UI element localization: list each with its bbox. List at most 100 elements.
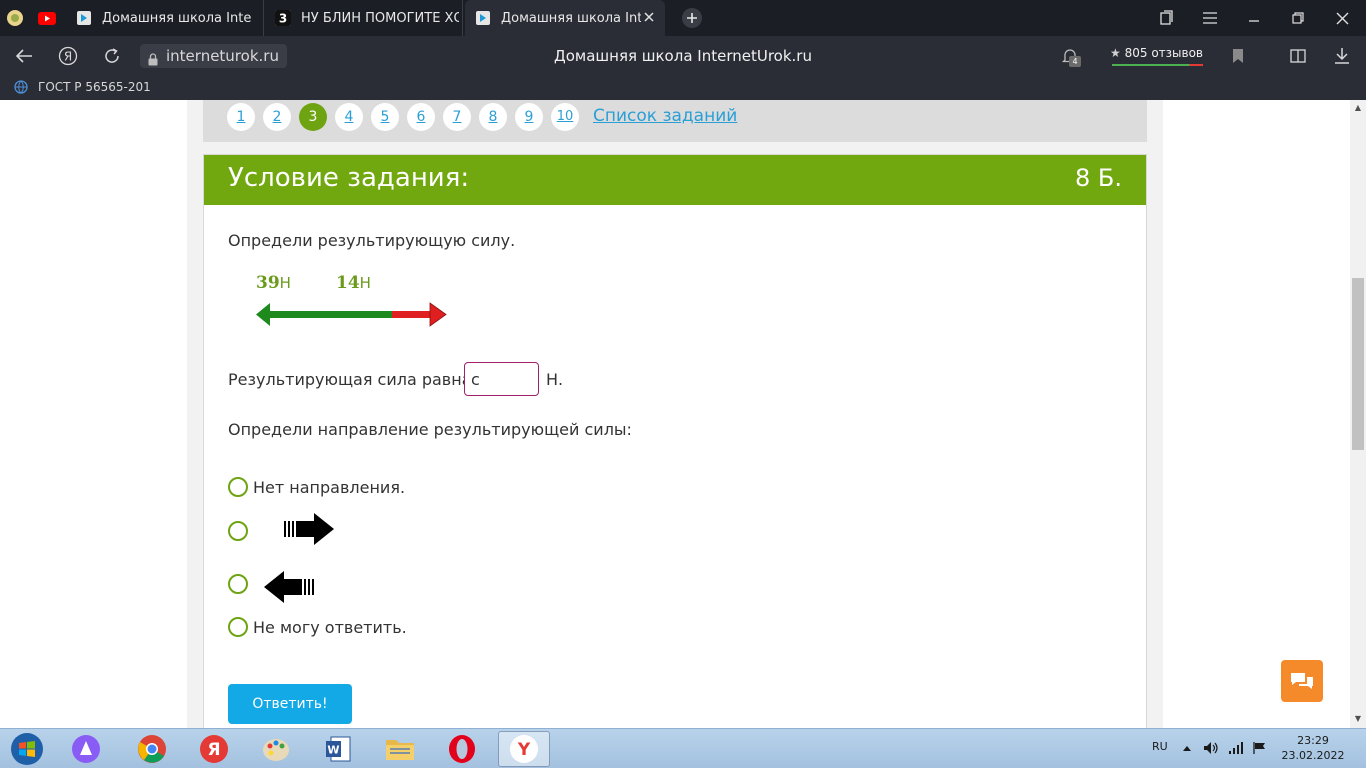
restore-button[interactable] (1276, 0, 1320, 36)
radio-no-direction[interactable] (228, 477, 248, 497)
yandex-icon: Я (58, 46, 78, 66)
tray-clock[interactable]: 23:29 23.02.2022 (1280, 733, 1346, 763)
menu-button[interactable] (1188, 0, 1232, 36)
url-field[interactable]: interneturok.ru (140, 44, 287, 68)
taskbar-chrome[interactable] (126, 731, 178, 767)
question-link-9[interactable]: 9 (515, 103, 543, 131)
minimize-icon (1249, 20, 1259, 22)
network-icon[interactable] (1228, 741, 1244, 755)
address-bar: Я interneturok.ru Домашняя школа Interne… (0, 36, 1366, 76)
tab-znanija[interactable]: 3 НУ БЛИН ПОМОГИТЕ ХОТ (265, 0, 463, 36)
question-link-2[interactable]: 2 (263, 103, 291, 131)
taskbar-paint[interactable] (250, 731, 302, 767)
downloads-button[interactable] (1324, 36, 1360, 76)
lock-icon (148, 49, 158, 73)
tab-title: Домашняя школа Intern (501, 10, 641, 26)
svg-text:Я: Я (207, 740, 220, 760)
tray-expand-icon[interactable] (1182, 744, 1192, 752)
plus-icon (682, 8, 702, 28)
close-window-button[interactable] (1320, 0, 1364, 36)
task-list-link[interactable]: Список заданий (593, 106, 737, 126)
url-text: interneturok.ru (166, 47, 279, 65)
back-arrow-icon (15, 49, 32, 63)
reviews-link[interactable]: ★ 805 отзывов (1110, 44, 1203, 68)
question-link-6[interactable]: 6 (407, 103, 435, 131)
question-link-1[interactable]: 1 (227, 103, 255, 131)
reviews-rating-underline (1112, 64, 1203, 66)
question-link-7[interactable]: 7 (443, 103, 471, 131)
reviews-label: 805 отзывов (1124, 46, 1203, 60)
task-points: 8 Б. (1075, 164, 1122, 192)
question-link-10[interactable]: 10 (551, 103, 579, 131)
chrome-icon (138, 735, 166, 763)
scroll-down-icon[interactable]: ▼ (1353, 714, 1363, 724)
windows-start-icon (11, 733, 43, 765)
browser-tab-bar: Домашняя школа Internet 3 НУ БЛИН ПОМОГИ… (0, 0, 1366, 36)
yandex-browser-icon: Y (510, 735, 538, 763)
hamburger-icon (1203, 12, 1217, 24)
restore-icon (1292, 12, 1304, 24)
question-link-8[interactable]: 8 (479, 103, 507, 131)
radio-cannot-answer[interactable] (228, 617, 248, 637)
collections-button[interactable] (1144, 0, 1188, 36)
chat-button[interactable] (1281, 660, 1323, 702)
svg-text:3: 3 (279, 12, 287, 26)
back-button[interactable] (6, 36, 42, 76)
tab-title: НУ БЛИН ПОМОГИТЕ ХОТ (301, 10, 459, 26)
reading-list-button[interactable] (1280, 36, 1316, 76)
scrollbar-thumb[interactable] (1352, 278, 1364, 450)
force-right-label: 14Н (336, 273, 371, 293)
submit-answer-button[interactable]: Ответить! (228, 684, 352, 724)
collections-icon (1160, 10, 1173, 25)
force-left-value: 39 (256, 273, 280, 293)
question-link-3-current[interactable]: 3 (299, 103, 327, 131)
bookmark-gost[interactable]: ГОСТ Р 56565-201 (14, 80, 151, 94)
force-diagram (256, 302, 447, 327)
taskbar-alice[interactable] (60, 731, 112, 767)
youtube-icon[interactable] (38, 9, 56, 27)
radio-direction-left[interactable] (228, 574, 248, 594)
option-cannot-answer-label: Не могу ответить. (253, 618, 407, 637)
bookmarks-bar: ГОСТ Р 56565-201 (0, 76, 1366, 100)
page-scrollbar[interactable]: ▲ ▼ (1350, 100, 1366, 728)
question-link-5[interactable]: 5 (371, 103, 399, 131)
tab-interneturok-active[interactable]: Домашняя школа Intern (465, 0, 665, 36)
scroll-up-icon[interactable]: ▲ (1353, 103, 1363, 113)
force-left-label: 39Н (256, 273, 291, 293)
new-tab-button[interactable] (670, 0, 714, 36)
taskbar-yandex-browser-active[interactable]: Y (498, 731, 550, 767)
pinned-tab-favicon-icon[interactable] (6, 9, 24, 27)
notifications-button[interactable]: 4 (1052, 36, 1088, 76)
force-arrow-left-green (256, 303, 392, 326)
result-label: Результирующая сила равна (228, 370, 472, 389)
yandex-icon: Я (200, 735, 228, 763)
tab-interneturok-1[interactable]: Домашняя школа Internet (66, 0, 264, 36)
bookmark-button[interactable] (1220, 36, 1256, 76)
action-center-flag-icon[interactable] (1252, 741, 1268, 755)
reload-button[interactable] (94, 36, 130, 76)
close-tab-icon[interactable] (643, 11, 655, 27)
volume-icon[interactable] (1203, 741, 1219, 755)
taskbar-word[interactable]: W (312, 731, 364, 767)
globe-icon (14, 80, 28, 94)
paint-palette-icon (263, 739, 289, 761)
minimize-button[interactable] (1232, 0, 1276, 36)
notification-count-badge: 4 (1069, 56, 1081, 67)
result-force-input[interactable] (464, 362, 539, 396)
star-icon: ★ (1110, 46, 1121, 60)
interneturok-favicon-icon (475, 10, 491, 26)
force-arrow-right-red (392, 302, 447, 327)
keyboard-language[interactable]: RU (1152, 740, 1168, 753)
taskbar-opera[interactable] (436, 731, 488, 767)
interneturok-favicon-icon (76, 10, 92, 26)
start-button[interactable] (0, 731, 54, 767)
radio-direction-right[interactable] (228, 521, 248, 541)
option-no-direction-label: Нет направления. (253, 478, 406, 497)
reading-list-icon (1290, 49, 1306, 63)
question-link-4[interactable]: 4 (335, 103, 363, 131)
taskbar-yandex[interactable]: Я (188, 731, 240, 767)
svg-text:W: W (327, 744, 339, 757)
yandex-home-button[interactable]: Я (50, 36, 86, 76)
taskbar-explorer[interactable] (374, 731, 426, 767)
task-card: Условие задания: 8 Б. Определи результир… (203, 154, 1147, 728)
